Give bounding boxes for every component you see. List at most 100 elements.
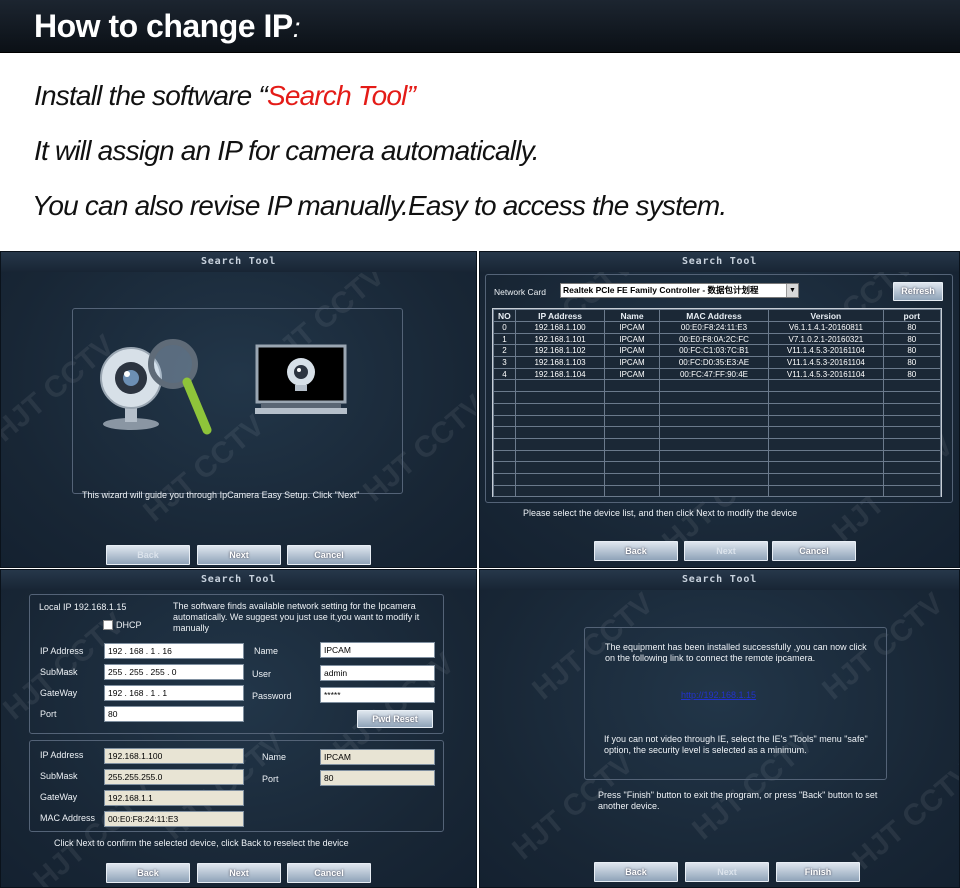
table-cell — [514, 449, 606, 463]
finish-button[interactable]: Finish — [776, 862, 860, 882]
column-header[interactable]: MAC Address — [658, 309, 770, 322]
table-cell — [882, 379, 942, 393]
table-cell — [768, 449, 884, 463]
table-cell — [604, 437, 660, 451]
table-cell: 80 — [882, 344, 942, 358]
table-header: NO IP Address Name MAC Address Version port — [493, 309, 942, 322]
column-header[interactable]: Name — [604, 309, 660, 322]
table-cell — [514, 472, 606, 486]
ip-address-input[interactable]: 192 . 168 . 1 . 16 — [104, 643, 244, 659]
table-cell: 00:E0:F8:24:11:E3 — [658, 321, 770, 334]
cancel-button[interactable]: Cancel — [772, 541, 856, 561]
table-cell — [882, 437, 942, 451]
next-button[interactable]: Next — [197, 545, 281, 565]
table-row — [493, 414, 942, 428]
name-input[interactable]: IPCAM — [320, 642, 435, 658]
password-input[interactable]: ***** — [320, 687, 435, 703]
table-cell — [493, 449, 516, 463]
column-header[interactable]: IP Address — [514, 309, 606, 322]
table-cell — [658, 461, 770, 474]
table-row[interactable]: 2 192.168.1.102 IPCAM 00:FC:C1:03:7C:B1 V11.… — [493, 344, 942, 358]
table-cell — [658, 472, 770, 486]
current-mac-value: 00:E0:F8:24:11:E3 — [104, 811, 244, 827]
dhcp-checkbox[interactable] — [103, 620, 113, 630]
table-cell: IPCAM — [604, 344, 660, 358]
table-cell — [514, 414, 606, 428]
table-cell — [768, 402, 884, 416]
table-cell: 192.168.1.101 — [514, 332, 606, 346]
table-row — [493, 426, 942, 439]
table-cell: 192.168.1.104 — [514, 367, 606, 381]
table-cell — [882, 402, 942, 416]
table-cell — [604, 414, 660, 428]
next-button[interactable]: Next — [197, 863, 281, 883]
table-cell — [768, 426, 884, 439]
table-cell — [604, 484, 660, 498]
table-row[interactable]: 3 192.168.1.103 IPCAM 00:FC:D0:35:E3:AE V11.… — [493, 356, 942, 369]
current-name-value: IPCAM — [320, 749, 435, 765]
ro-port-label: Port — [262, 774, 279, 784]
table-cell — [882, 472, 942, 486]
table-cell: 00:FC:47:FF:90:4E — [658, 367, 770, 381]
finish-panel: HJT CCTV HJT CCTV HJT CCTV HJT CCTV HJT … — [479, 569, 960, 888]
intro-section: Install the software “Search Tool” It wi… — [0, 53, 960, 250]
table-cell: V11.1.4.5.3-20161104 — [768, 344, 884, 358]
table-cell — [604, 426, 660, 439]
auto-info-text: The software finds available network set… — [173, 601, 420, 633]
submask-input[interactable]: 255 . 255 . 255 . 0 — [104, 664, 244, 680]
current-gateway-value: 192.168.1.1 — [104, 790, 244, 806]
back-button[interactable]: Back — [106, 545, 190, 565]
chevron-down-icon[interactable]: ▼ — [786, 284, 798, 297]
back-button[interactable]: Back — [106, 863, 190, 883]
table-cell: IPCAM — [604, 356, 660, 369]
current-port-value: 80 — [320, 770, 435, 786]
ro-ip-label: IP Address — [40, 750, 84, 760]
dhcp-label: DHCP — [116, 620, 142, 630]
camera-link[interactable]: http://192.168.1.15 — [681, 690, 756, 701]
table-cell: 192.168.1.102 — [514, 344, 606, 358]
cancel-button[interactable]: Cancel — [287, 545, 371, 565]
column-header[interactable]: NO — [493, 309, 516, 322]
table-cell: 00:E0:F8:0A:2C:FC — [658, 332, 770, 346]
next-button[interactable]: Next — [684, 541, 768, 561]
gateway-input[interactable]: 192 . 168 . 1 . 1 — [104, 685, 244, 701]
table-cell — [768, 414, 884, 428]
table-cell — [493, 484, 516, 498]
table-row[interactable]: 4 192.168.1.104 IPCAM 00:FC:47:FF:90:4E V11.… — [493, 367, 942, 381]
table-cell — [604, 461, 660, 474]
table-cell — [882, 426, 942, 439]
column-header[interactable]: Version — [768, 309, 884, 322]
table-cell — [768, 437, 884, 451]
table-cell — [604, 379, 660, 393]
port-input[interactable]: 80 — [104, 706, 244, 722]
back-button[interactable]: Back — [594, 862, 678, 882]
table-cell — [658, 414, 770, 428]
network-card-select[interactable]: Realtek PCIe FE Family Controller - 数据包计… — [560, 283, 799, 298]
wizard-text: This wizard will guide you through IpCam… — [82, 490, 360, 500]
back-button[interactable]: Back — [594, 541, 678, 561]
table-row — [493, 379, 942, 393]
table-row[interactable]: 0 192.168.1.100 IPCAM 00:E0:F8:24:11:E3 V6.1… — [493, 321, 942, 334]
next-button[interactable]: Next — [685, 862, 769, 882]
table-cell: IPCAM — [604, 367, 660, 381]
user-input[interactable]: admin — [320, 665, 435, 681]
name-label: Name — [254, 646, 279, 656]
column-header[interactable]: port — [882, 309, 942, 322]
password-label: Password — [252, 691, 292, 701]
table-cell — [493, 391, 516, 404]
table-row[interactable]: 1 192.168.1.101 IPCAM 00:E0:F8:0A:2C:FC V7.1… — [493, 332, 942, 346]
table-cell: 192.168.1.103 — [514, 356, 606, 369]
table-row — [493, 437, 942, 451]
table-cell — [493, 414, 516, 428]
page-title: How to change IP: — [34, 8, 300, 44]
table-cell: 192.168.1.100 — [514, 321, 606, 334]
intro-line-2: It will assign an IP for camera automati… — [34, 135, 540, 166]
pwd-reset-button[interactable]: Pwd Reset — [357, 710, 433, 728]
table-cell: 00:FC:D0:35:E3:AE — [658, 356, 770, 369]
table-cell — [768, 472, 884, 486]
table-cell — [768, 484, 884, 498]
table-cell — [493, 402, 516, 416]
refresh-button[interactable]: Refresh — [893, 282, 943, 301]
cancel-button[interactable]: Cancel — [287, 863, 371, 883]
modify-device-panel: HJT CCTV HJT CCTV HJT CCTV HJT CCTV Sear… — [0, 569, 477, 888]
